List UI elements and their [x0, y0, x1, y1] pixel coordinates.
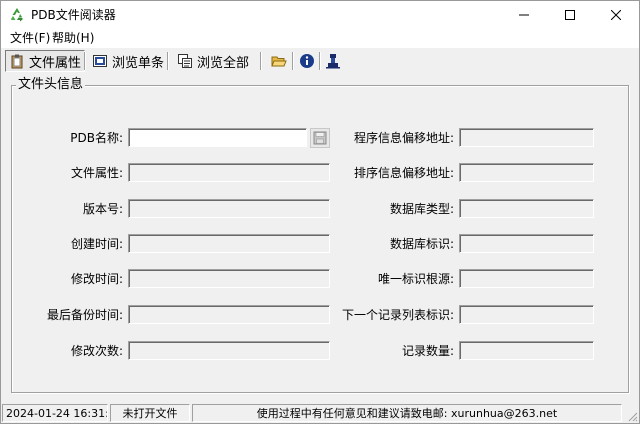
close-icon [611, 9, 621, 20]
mod-count-field[interactable] [128, 341, 330, 360]
next-record-list-id-field[interactable] [459, 305, 594, 324]
file-attributes-label: 文件属性 [29, 55, 82, 71]
db-id-label: 数据库标识: [389, 237, 454, 251]
browse-all-label: 浏览全部 [197, 55, 250, 71]
title-bar[interactable]: PDB文件阅读器 [1, 1, 639, 28]
pdb-name-label: PDB名称: [70, 131, 123, 145]
info-icon[interactable] [299, 53, 315, 69]
status-datetime: 2024-01-24 16:31:28 [2, 404, 108, 422]
modified-field[interactable] [128, 269, 330, 288]
resize-grip-icon[interactable] [626, 410, 638, 422]
user-icon[interactable] [325, 53, 341, 69]
created-label: 创建时间: [70, 237, 123, 251]
menu-file[interactable]: 文件(F) [10, 30, 50, 46]
file-attr-label: 文件属性: [70, 166, 123, 180]
maximize-button[interactable] [547, 1, 593, 28]
clipboard-icon [11, 54, 23, 69]
recycle-icon [9, 7, 25, 23]
mod-count-label: 修改次数: [70, 344, 123, 358]
close-button[interactable] [593, 1, 639, 28]
sort-info-offset-label: 排序信息偏移地址: [353, 166, 454, 180]
open-folder-icon[interactable] [271, 53, 287, 69]
window-title: PDB文件阅读器 [31, 8, 116, 22]
db-type-label: 数据库类型: [389, 202, 454, 216]
status-bar: 2024-01-24 16:31:28 未打开文件 使用过程中有任何意见和建议请… [1, 403, 639, 423]
modified-label: 修改时间: [70, 272, 123, 286]
toolbar-separator [319, 52, 321, 70]
menu-help[interactable]: 帮助(H) [52, 30, 94, 46]
app-info-offset-field[interactable] [459, 128, 594, 147]
maximize-icon [565, 9, 575, 20]
app-info-offset-label: 程序信息偏移地址: [353, 131, 454, 145]
unique-id-seed-field[interactable] [459, 269, 594, 288]
record-count-field[interactable] [459, 341, 594, 360]
browse-single-label: 浏览单条 [112, 55, 165, 71]
created-field[interactable] [128, 234, 330, 253]
version-field[interactable] [128, 199, 330, 218]
toolbar-separator [167, 52, 169, 70]
file-attributes-button[interactable]: 文件属性 [5, 50, 86, 72]
record-count-label: 记录数量: [401, 344, 454, 358]
file-attr-field[interactable] [128, 163, 330, 182]
last-backup-field[interactable] [128, 305, 330, 324]
db-id-field[interactable] [459, 234, 594, 253]
db-type-field[interactable] [459, 199, 594, 218]
group-title: 文件头信息 [16, 77, 86, 92]
toolbar-separator [260, 52, 262, 70]
next-record-list-id-label: 下一个记录列表标识: [341, 308, 454, 322]
menu-bar: 文件(F) 帮助(H) [1, 28, 639, 48]
sort-info-offset-field[interactable] [459, 163, 594, 182]
unique-id-seed-label: 唯一标识根源: [377, 272, 454, 286]
floppy-disk-icon [313, 131, 327, 145]
last-backup-label: 最后备份时间: [46, 308, 123, 322]
minimize-button[interactable] [501, 1, 547, 28]
multiple-records-icon [178, 54, 192, 68]
status-feedback: 使用过程中有任何意见和建议请致电邮: xurunhua@263.net [192, 404, 622, 422]
pdb-name-field[interactable] [128, 128, 307, 147]
browse-single-button[interactable]: 浏览单条 [89, 50, 167, 72]
minimize-icon [519, 14, 529, 15]
save-button[interactable] [310, 128, 330, 148]
pdb-name-input[interactable] [129, 129, 306, 146]
toolbar-separator [292, 52, 294, 70]
version-label: 版本号: [82, 202, 123, 216]
toolbar-separator [84, 52, 86, 70]
single-record-icon [93, 55, 107, 67]
app-window: PDB文件阅读器 文件(F) 帮助(H) 文件属性 浏览单条 浏览全部 文件头信… [0, 0, 640, 424]
browse-all-button[interactable]: 浏览全部 [174, 50, 252, 72]
status-file-state: 未打开文件 [110, 404, 190, 422]
toolbar: 文件属性 浏览单条 浏览全部 [1, 48, 639, 74]
